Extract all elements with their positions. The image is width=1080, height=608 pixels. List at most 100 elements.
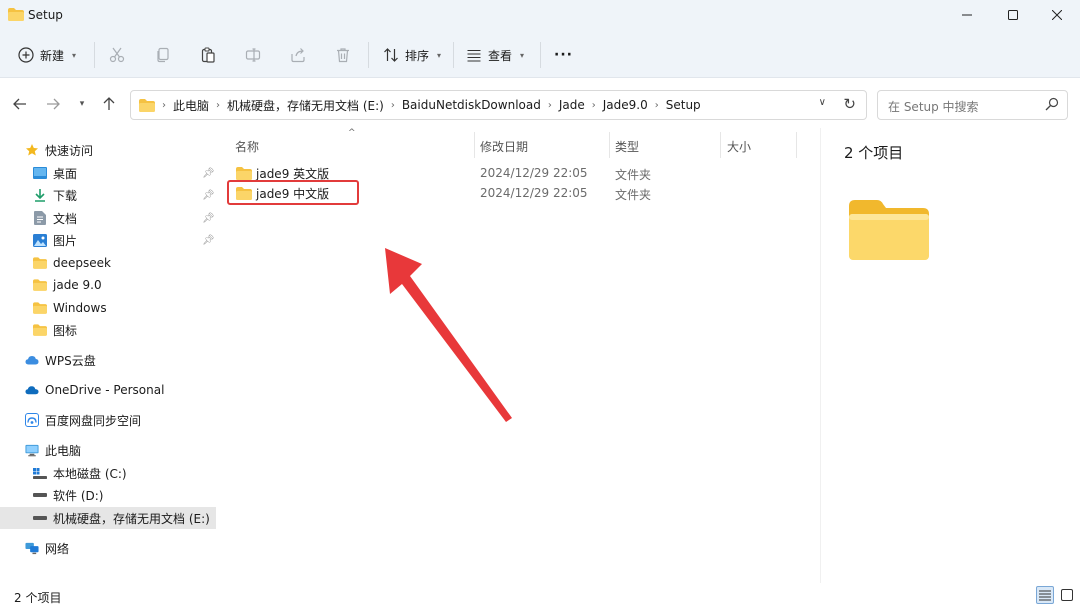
picture-icon xyxy=(33,233,47,247)
cut-icon xyxy=(109,47,125,63)
more-options-button[interactable]: ··· xyxy=(554,42,573,68)
breadcrumb-item[interactable]: Jade9.0 xyxy=(603,98,648,112)
maximize-button[interactable] xyxy=(990,0,1036,30)
new-button[interactable]: 新建 ▾ xyxy=(18,42,76,68)
star-icon xyxy=(25,143,39,157)
sidebar-item-label: 快速访问 xyxy=(45,143,94,158)
chevron-right-icon: › xyxy=(390,99,395,111)
refresh-icon[interactable]: ↻ xyxy=(843,95,856,113)
column-header-size[interactable]: 大小 xyxy=(727,138,751,155)
sidebar-item-label: 文档 xyxy=(53,211,78,226)
tiles-view-icon xyxy=(1061,589,1073,601)
back-button[interactable] xyxy=(10,94,30,114)
maximize-icon xyxy=(1008,10,1018,20)
sort-icon xyxy=(384,48,398,62)
navigation-bar: ▾ › 此电脑 › 机械硬盘，存储无用文档 (E:) › BaiduNetdis… xyxy=(0,78,1080,128)
column-divider[interactable] xyxy=(720,132,721,158)
sidebar-item-downloads[interactable]: 下载 xyxy=(0,184,216,206)
sidebar-item-this-pc[interactable]: 此电脑 xyxy=(0,439,216,461)
delete-button[interactable] xyxy=(335,42,351,68)
minimize-button[interactable] xyxy=(944,0,990,30)
sidebar-item-jade[interactable]: jade 9.0 xyxy=(0,274,216,296)
up-button[interactable] xyxy=(99,94,119,114)
sort-ascending-icon: ^ xyxy=(348,128,356,138)
pin-icon[interactable]: 📌︎ xyxy=(202,213,215,224)
sidebar-item-documents[interactable]: 文档 xyxy=(0,207,216,229)
large-icons-view-button[interactable] xyxy=(1058,586,1076,604)
sidebar-item-windows[interactable]: Windows xyxy=(0,297,216,319)
breadcrumb-item[interactable]: Jade xyxy=(559,98,585,112)
sidebar-item-label: 图片 xyxy=(53,233,78,248)
sidebar-item-label: 桌面 xyxy=(53,166,78,181)
document-icon xyxy=(33,211,47,225)
breadcrumb-item[interactable]: 机械硬盘，存储无用文档 (E:) xyxy=(227,97,384,114)
search-placeholder: 在 Setup 中搜索 xyxy=(888,100,979,114)
column-divider[interactable] xyxy=(474,132,475,158)
system-drive-icon xyxy=(33,466,47,480)
rename-button[interactable] xyxy=(245,42,261,68)
new-label: 新建 xyxy=(40,48,65,63)
share-icon xyxy=(291,48,305,63)
arrow-up-icon xyxy=(103,97,115,110)
sidebar-item-label: OneDrive - Personal xyxy=(45,383,165,397)
chevron-right-icon: › xyxy=(654,99,659,111)
chevron-down-icon: ▾ xyxy=(520,50,525,60)
breadcrumb-item[interactable]: Setup xyxy=(666,98,701,112)
cut-button[interactable] xyxy=(109,42,125,68)
column-header-name[interactable]: 名称 xyxy=(235,138,259,155)
breadcrumb-item[interactable]: 此电脑 xyxy=(173,97,209,114)
sort-button[interactable]: 排序 ▾ xyxy=(383,42,441,68)
cloud-icon xyxy=(25,353,39,367)
column-header-date[interactable]: 修改日期 xyxy=(480,138,528,155)
type-cell: 文件夹 xyxy=(615,188,652,202)
annotation-arrow xyxy=(385,248,512,422)
breadcrumb-item[interactable]: BaiduNetdiskDownload xyxy=(402,98,541,112)
sidebar-item-label: 下载 xyxy=(53,188,78,203)
chevron-down-icon: ▾ xyxy=(79,99,85,109)
column-divider[interactable] xyxy=(796,132,797,158)
pin-icon[interactable]: 📌︎ xyxy=(202,190,215,201)
status-bar: 2 个项目 xyxy=(0,583,1080,608)
sidebar-item-icons[interactable]: 图标 xyxy=(0,319,216,341)
status-item-count: 2 个项目 xyxy=(14,591,62,605)
sidebar-item-baidu-sync[interactable]: 百度网盘同步空间 xyxy=(0,409,216,431)
copy-icon xyxy=(157,47,169,63)
address-history-chevron-icon[interactable]: ∨ xyxy=(819,97,826,108)
sidebar-item-deepseek[interactable]: deepseek xyxy=(0,252,216,274)
sidebar-item-desktop[interactable]: 桌面 xyxy=(0,162,216,184)
toolbar-divider xyxy=(94,42,95,68)
sidebar-item-quick-access[interactable]: 快速访问 xyxy=(0,139,216,161)
pin-icon[interactable]: 📌︎ xyxy=(202,235,215,246)
window-title: Setup xyxy=(28,8,63,22)
sort-label: 排序 xyxy=(405,48,430,63)
toolbar-divider xyxy=(368,42,369,68)
paste-button[interactable] xyxy=(200,42,216,68)
sidebar-item-wps-cloud[interactable]: WPS云盘 xyxy=(0,349,216,371)
details-view-button[interactable] xyxy=(1036,586,1054,604)
sidebar-item-drive-e[interactable]: 机械硬盘，存储无用文档 (E:) xyxy=(0,507,216,529)
share-button[interactable] xyxy=(290,42,306,68)
folder-icon xyxy=(33,256,47,270)
sidebar-item-drive-c[interactable]: 本地磁盘 (C:) xyxy=(0,462,216,484)
pin-icon[interactable]: 📌︎ xyxy=(202,168,215,179)
chevron-down-icon: ▾ xyxy=(72,50,77,60)
sidebar-item-drive-d[interactable]: 软件 (D:) xyxy=(0,484,216,506)
close-button[interactable] xyxy=(1034,0,1080,30)
date-cell: 2024/12/29 22:05 xyxy=(480,166,588,180)
arrow-right-icon xyxy=(47,98,60,110)
recent-locations-button[interactable]: ▾ xyxy=(72,94,92,114)
title-bar: Setup xyxy=(0,0,1080,32)
forward-button[interactable] xyxy=(43,94,63,114)
drive-icon xyxy=(33,488,47,502)
column-divider[interactable] xyxy=(609,132,610,158)
column-header-type[interactable]: 类型 xyxy=(615,138,639,155)
sidebar-item-onedrive[interactable]: OneDrive - Personal xyxy=(0,379,216,401)
sidebar-item-pictures[interactable]: 图片 xyxy=(0,229,216,251)
view-button[interactable]: 查看 ▾ xyxy=(466,42,524,68)
copy-button[interactable] xyxy=(155,42,171,68)
search-box[interactable]: 在 Setup 中搜索 xyxy=(877,90,1068,120)
address-bar[interactable]: › 此电脑 › 机械硬盘，存储无用文档 (E:) › BaiduNetdiskD… xyxy=(130,90,867,120)
toolbar-divider xyxy=(540,42,541,68)
close-icon xyxy=(1052,10,1062,20)
sidebar-item-network[interactable]: 网络 xyxy=(0,537,216,559)
